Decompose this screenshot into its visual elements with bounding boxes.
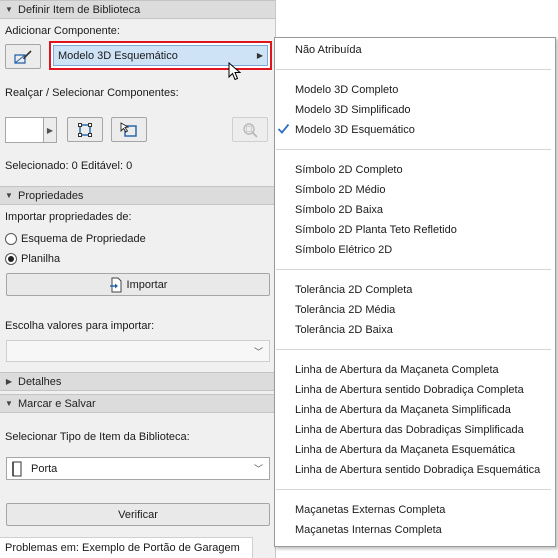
radio-property-scheme[interactable]: Esquema de Propriedade [5,233,146,245]
menu-item-2d-low[interactable]: Símbolo 2D Baixa [295,202,383,218]
menu-item-tolerance-medium[interactable]: Tolerância 2D Média [295,302,395,318]
menu-item-opening-handle-simplified[interactable]: Linha de Abertura da Maçaneta Simplifica… [295,402,511,418]
problems-status-tab[interactable]: Problemas em: Exemplo de Portão de Garag… [0,537,253,558]
menu-item-3d-full[interactable]: Modelo 3D Completo [295,82,398,98]
import-button[interactable]: Importar [6,273,270,296]
section-header-properties[interactable]: ▼ Propriedades [0,186,275,205]
expand-triangle-icon: ▶ [5,377,13,386]
stepper-field[interactable] [5,117,43,143]
section-title: Detalhes [18,375,62,388]
menu-item-opening-hinge-schematic[interactable]: Linha de Abertura sentido Dobradiça Esqu… [295,462,540,478]
add-component-icon [14,49,32,64]
menu-separator [276,69,551,70]
menu-item-opening-hinge-simplified[interactable]: Linha de Abertura das Dobradiças Simplif… [295,422,524,438]
component-number-stepper[interactable]: ▶ [5,117,57,143]
menu-item-3d-simplified[interactable]: Modelo 3D Simplificado [295,102,411,118]
menu-item-tolerance-full[interactable]: Tolerância 2D Completa [295,282,412,298]
menu-item-handles-external[interactable]: Maçanetas Externas Completa [295,502,445,518]
selected-status: Selecionado: 0 Editável: 0 [5,160,133,172]
select-frame-icon [78,122,92,137]
section-header-mark-save[interactable]: ▼ Marcar e Salvar [0,394,275,413]
mouse-cursor-icon [228,62,242,81]
chevron-down-icon: ﹀ [253,346,263,357]
door-icon [12,461,22,476]
menu-item-opening-hinge-full[interactable]: Linha de Abertura sentido Dobradiça Comp… [295,382,524,398]
import-values-select[interactable]: ﹀ [6,340,270,362]
zoom-icon [243,122,258,138]
component-submenu: Não Atribuída Modelo 3D Completo Modelo … [274,37,556,547]
menu-item-opening-handle-schematic[interactable]: Linha de Abertura da Maçaneta Esquemátic… [295,442,515,458]
radio-label: Esquema de Propriedade [21,233,146,245]
type-select-value: Porta [31,462,58,475]
menu-item-2d-full[interactable]: Símbolo 2D Completo [295,162,403,178]
menu-separator [276,149,551,150]
menu-item-tolerance-low[interactable]: Tolerância 2D Baixa [295,322,393,338]
collapse-triangle-icon: ▼ [5,191,13,200]
select-all-button[interactable] [67,117,103,142]
menu-separator [276,269,551,270]
verify-button[interactable]: Verificar [6,503,270,526]
menu-item-unassigned[interactable]: Não Atribuída [295,42,362,58]
checkmark-icon [277,122,290,138]
menu-item-2d-medium[interactable]: Símbolo 2D Médio [295,182,386,198]
menu-item-opening-handle-full[interactable]: Linha de Abertura da Maçaneta Completa [295,362,499,378]
problems-status-text: Problemas em: Exemplo de Portão de Garag… [5,542,240,554]
menu-separator [276,349,551,350]
select-subset-button[interactable] [111,117,147,142]
submenu-arrow-icon: ▶ [256,51,263,60]
highlight-select-label: Realçar / Selecionar Componentes: [5,87,179,99]
add-component-button[interactable] [5,44,41,69]
menu-item-3d-schematic[interactable]: Modelo 3D Esquemático [295,122,415,138]
chevron-down-icon: ﹀ [253,464,263,474]
import-file-icon [109,277,122,292]
menu-item-handles-internal[interactable]: Maçanetas Internas Completa [295,522,442,538]
radio-button[interactable] [5,233,17,245]
section-title: Propriedades [18,189,84,202]
radio-button-selected[interactable] [5,253,17,265]
radio-spreadsheet[interactable]: Planilha [5,253,60,265]
library-item-type-select[interactable]: Porta ﹀ [6,457,270,480]
select-type-label: Selecionar Tipo de Item da Biblioteca: [5,431,190,443]
select-frame-arrow-icon [120,121,137,137]
add-component-label: Adicionar Componente: [5,25,120,37]
library-item-palette: ▼ Definir Item de Biblioteca Adicionar C… [0,0,276,558]
import-button-label: Importar [126,278,168,291]
component-dropdown-value: Modelo 3D Esquemático [58,49,178,62]
zoom-button[interactable] [232,117,268,142]
menu-item-2d-rcp[interactable]: Símbolo 2D Planta Teto Refletido [295,222,457,238]
menu-item-2d-electrical[interactable]: Símbolo Elétrico 2D [295,242,392,258]
section-title: Marcar e Salvar [18,397,96,410]
section-header-details[interactable]: ▶ Detalhes [0,372,275,391]
import-from-label: Importar propriedades de: [5,211,132,223]
radio-label: Planilha [21,253,61,265]
verify-button-label: Verificar [118,508,158,521]
section-header-define-item[interactable]: ▼ Definir Item de Biblioteca [0,0,275,19]
menu-separator [276,489,551,490]
collapse-triangle-icon: ▼ [5,399,13,408]
stepper-arrow-icon[interactable]: ▶ [43,117,57,143]
collapse-triangle-icon: ▼ [5,5,13,14]
choose-values-label: Escolha valores para importar: [5,320,155,332]
section-title: Definir Item de Biblioteca [18,3,141,16]
